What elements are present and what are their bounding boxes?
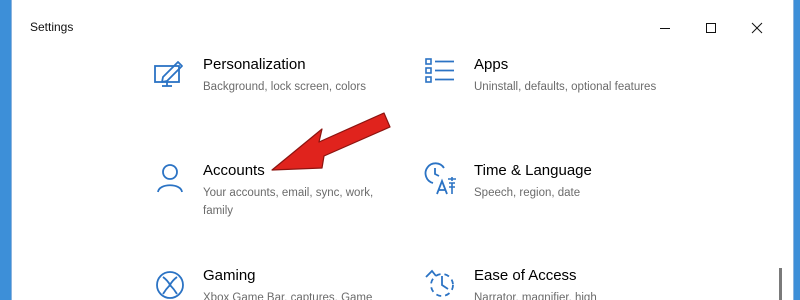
tile-description: Uninstall, defaults, optional features [474, 81, 657, 93]
tile-title: Gaming [203, 267, 256, 284]
scrollbar-thumb[interactable] [779, 268, 782, 300]
maximize-button[interactable] [688, 8, 734, 48]
ease-of-access-icon [424, 267, 458, 300]
tile-title: Personalization [203, 56, 306, 73]
tile-description: Xbox Game Bar, captures, Game [203, 292, 373, 300]
scrollbar[interactable] [774, 56, 788, 300]
gaming-icon [153, 267, 187, 300]
tile-title: Apps [474, 56, 509, 73]
tile-title: Ease of Access [474, 267, 577, 284]
window-title: Settings [30, 20, 74, 34]
tile-title: Time & Language [474, 162, 592, 179]
tile-title: Accounts [203, 162, 265, 179]
close-button[interactable] [734, 8, 780, 48]
tile-description: Your accounts, email, sync, work, family [203, 187, 374, 217]
tile-description: Speech, region, date [474, 187, 581, 199]
tile-description: Background, lock screen, colors [203, 81, 366, 93]
minimize-button[interactable] [642, 8, 688, 48]
title-bar[interactable]: Settings [12, 0, 793, 56]
close-icon [751, 22, 763, 34]
tile-description: Narrator, magnifier, high [474, 292, 597, 300]
accounts-icon [153, 162, 187, 196]
minimize-icon [660, 28, 670, 29]
settings-window: Settings Personalization Background, loc… [12, 0, 793, 300]
apps-icon [424, 56, 458, 90]
time-language-icon [424, 162, 458, 196]
personalization-icon [153, 56, 187, 90]
maximize-icon [706, 23, 716, 33]
